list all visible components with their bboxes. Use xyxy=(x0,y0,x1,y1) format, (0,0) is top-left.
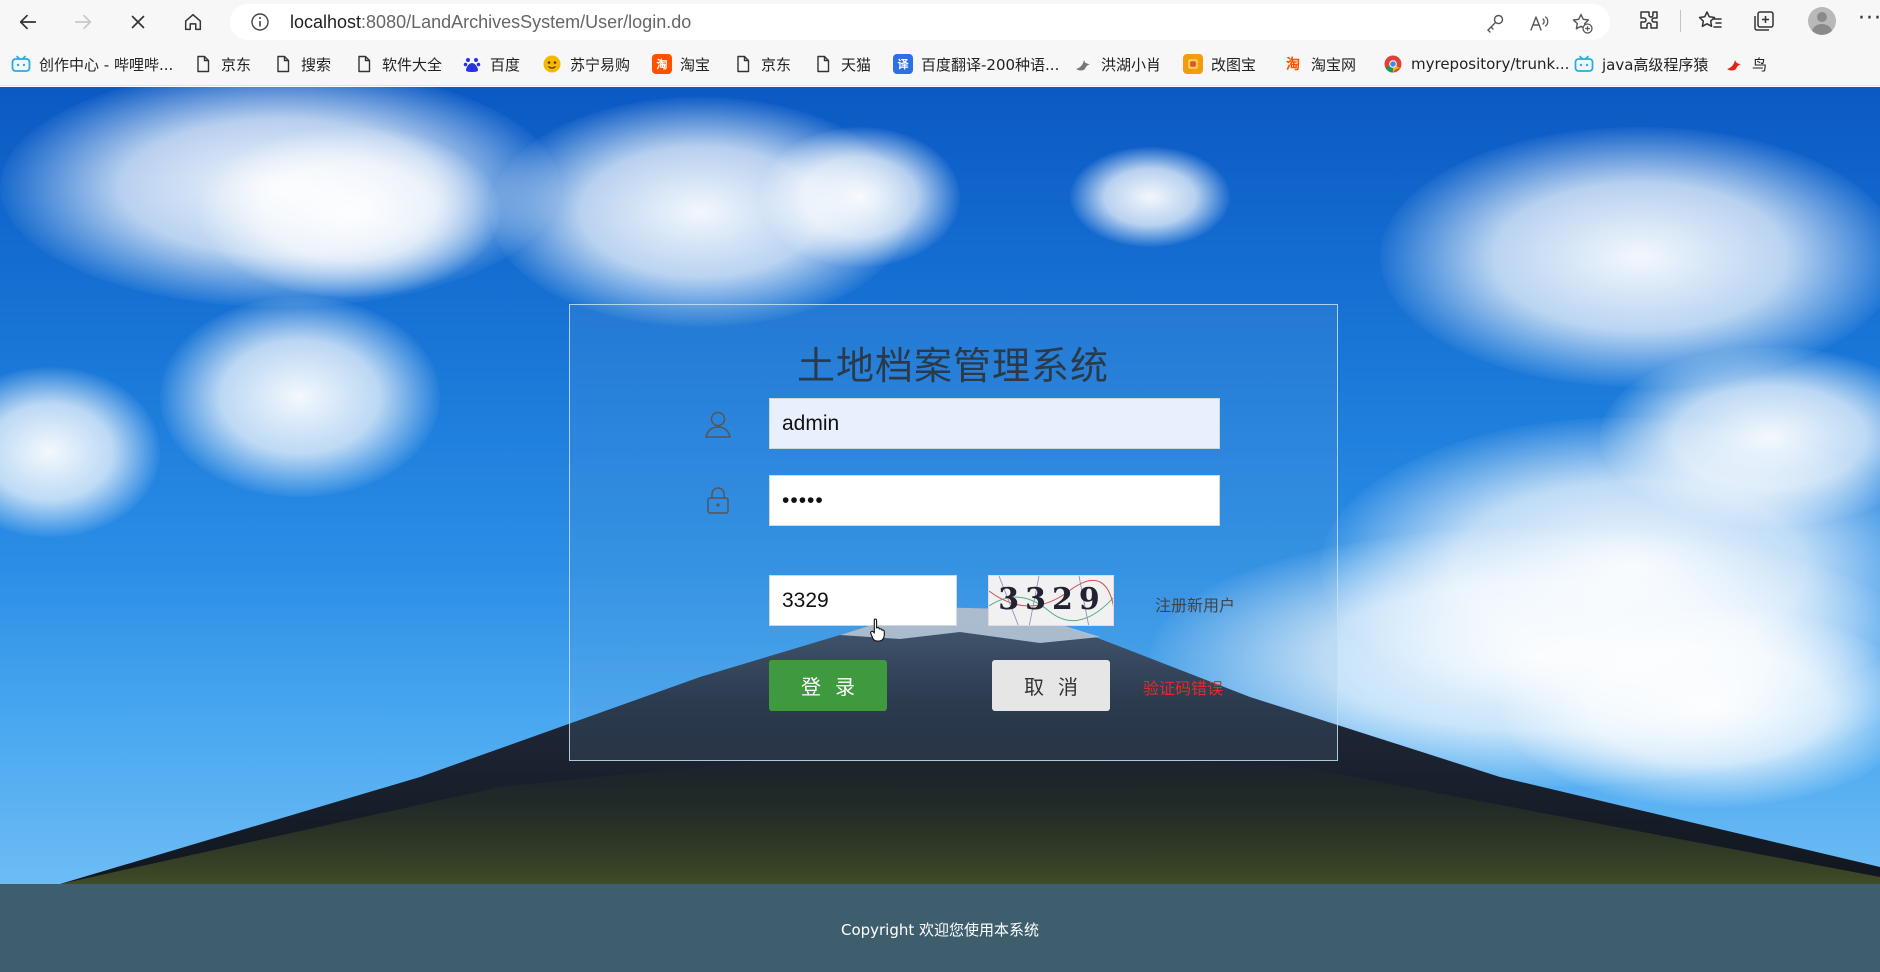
page-icon xyxy=(354,54,374,74)
footer-copyright: Copyright 欢迎您使用本系统 xyxy=(840,921,1040,939)
captcha-input[interactable]: 3329 xyxy=(769,575,957,626)
page-icon xyxy=(733,54,753,74)
bookmarks-bar: 创作中心 - 哔哩哔... 京东 搜索 软件大全 百度 苏宁易购 淘 淘宝 京东… xyxy=(0,43,1880,86)
bookmark-item[interactable]: 软件大全 xyxy=(354,53,442,75)
address-bar[interactable]: localhost:8080/LandArchivesSystem/User/l… xyxy=(230,4,1610,40)
error-message: 验证码错误 xyxy=(1143,679,1224,698)
info-icon[interactable] xyxy=(250,12,270,32)
forward-button[interactable] xyxy=(66,5,100,39)
page-icon xyxy=(813,54,833,74)
bookmark-item[interactable]: 淘 淘宝网 xyxy=(1283,53,1356,75)
svg-text:淘: 淘 xyxy=(1286,56,1300,73)
bookmark-item[interactable]: 改图宝 xyxy=(1183,53,1256,75)
bookmark-item[interactable]: 京东 xyxy=(733,53,791,75)
bookmark-item[interactable]: 搜索 xyxy=(273,53,331,75)
forward-icon xyxy=(74,14,92,30)
login-button[interactable]: 登录 xyxy=(769,660,887,711)
bookmark-item[interactable]: 京东 xyxy=(193,53,251,75)
password-input[interactable]: ••••• xyxy=(769,475,1220,526)
user-icon xyxy=(705,411,731,438)
page-title: 土地档案管理系统 xyxy=(796,344,1109,388)
bookmark-item[interactable]: 创作中心 - 哔哩哔... xyxy=(11,53,173,75)
favorite-add-icon[interactable] xyxy=(1571,12,1593,34)
bird-icon xyxy=(1724,54,1744,74)
bookmark-item[interactable]: java高级程序猿 xyxy=(1574,53,1708,75)
page-icon xyxy=(273,54,293,74)
url-text[interactable]: localhost:8080/LandArchivesSystem/User/l… xyxy=(290,12,691,33)
profile-icon[interactable] xyxy=(1808,7,1836,35)
login-form: 土地档案管理系统 admin ••••• 3329 3329 注册新用户 登录 … xyxy=(569,304,1338,761)
stop-icon xyxy=(131,15,145,29)
chrome-icon xyxy=(1383,54,1403,74)
register-link[interactable]: 注册新用户 xyxy=(1155,592,1235,616)
page-icon xyxy=(193,54,213,74)
username-input[interactable]: admin xyxy=(769,398,1220,449)
read-aloud-icon[interactable] xyxy=(1528,12,1550,34)
bilibili-icon xyxy=(1574,54,1594,74)
back-button[interactable] xyxy=(11,5,45,39)
taobao-icon: 淘 xyxy=(652,54,672,74)
gaitubao-icon xyxy=(1183,54,1203,74)
favorites-icon[interactable] xyxy=(1697,8,1723,34)
home-icon xyxy=(184,13,202,31)
suning-icon xyxy=(542,54,562,74)
browser-toolbar: localhost:8080/LandArchivesSystem/User/l… xyxy=(0,0,1880,43)
bookmark-item[interactable]: 译 百度翻译-200种语... xyxy=(893,53,1059,75)
bookmark-item[interactable]: 淘 淘宝 xyxy=(652,53,710,75)
toolbar-divider xyxy=(1680,10,1681,32)
bookmark-item[interactable]: 苏宁易购 xyxy=(542,53,630,75)
bird-icon xyxy=(1073,54,1093,74)
translate-icon: 译 xyxy=(893,54,913,74)
captcha-image[interactable]: 3329 xyxy=(988,575,1114,626)
stop-button[interactable] xyxy=(121,5,155,39)
taobao-icon: 淘 xyxy=(1283,54,1303,74)
key-icon[interactable] xyxy=(1484,12,1506,34)
collections-icon[interactable] xyxy=(1751,8,1777,34)
bookmark-item[interactable]: 鸟 xyxy=(1724,53,1767,75)
extensions-icon[interactable] xyxy=(1636,8,1662,34)
more-icon[interactable]: ··· xyxy=(1858,6,1880,31)
login-page: Copyright 欢迎您使用本系统 土地档案管理系统 admin ••••• … xyxy=(0,87,1880,972)
footer: Copyright 欢迎您使用本系统 xyxy=(0,884,1880,972)
bilibili-icon xyxy=(11,54,31,74)
bookmark-item[interactable]: 百度 xyxy=(462,53,520,75)
home-button[interactable] xyxy=(176,5,210,39)
hand-cursor-icon xyxy=(870,618,885,642)
baidu-icon xyxy=(462,54,482,74)
back-icon xyxy=(19,14,37,30)
bookmark-item[interactable]: 洪湖小肖 xyxy=(1073,53,1161,75)
lock-icon xyxy=(707,487,729,514)
cancel-button[interactable]: 取消 xyxy=(992,660,1110,711)
bookmark-item[interactable]: 天猫 xyxy=(813,53,871,75)
bookmark-item[interactable]: myrepository/trunk... xyxy=(1383,53,1569,75)
